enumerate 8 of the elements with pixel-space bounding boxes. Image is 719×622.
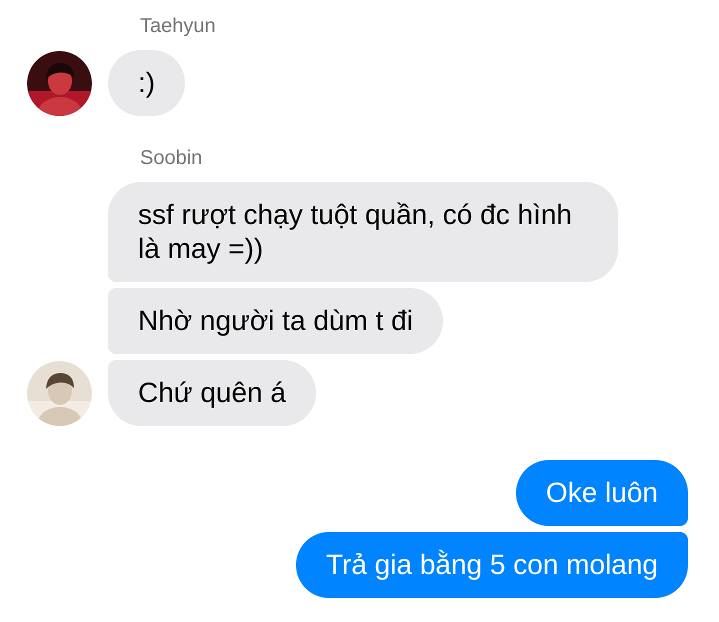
message-bubble: Nhờ người ta dùm t đi bbox=[108, 288, 443, 354]
message-bubble: Trả gia bằng 5 con molang bbox=[296, 532, 688, 598]
sender-name: Taehyun bbox=[139, 14, 216, 38]
message-bubble: Oke luôn bbox=[516, 460, 688, 526]
message-bubble: :) bbox=[108, 50, 186, 116]
message-bubble: Chứ quên á bbox=[108, 360, 316, 426]
sender-name: Soobin bbox=[139, 146, 202, 170]
message-bubble: ssf rượt chạy tuột quần, có đc hình là may =)) bbox=[108, 182, 618, 282]
